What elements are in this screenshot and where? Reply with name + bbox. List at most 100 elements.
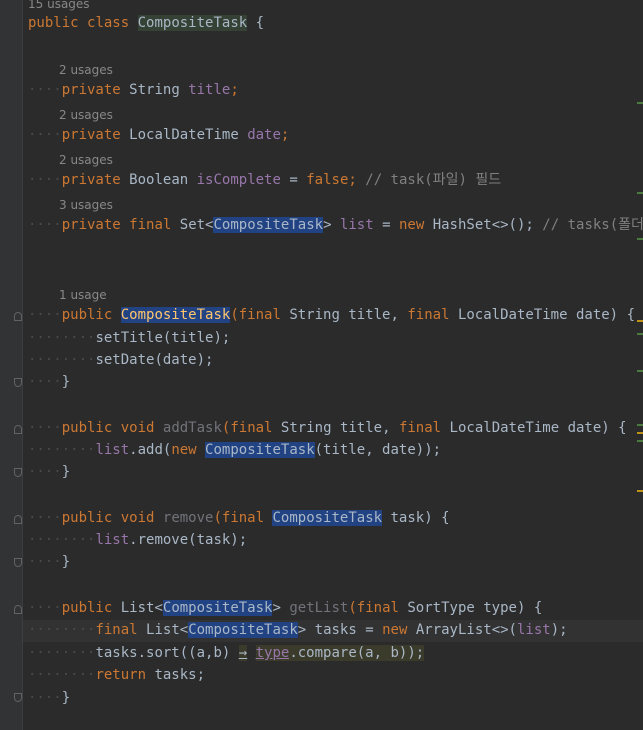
token: false (306, 172, 349, 188)
usage-hint[interactable]: 2 usages (59, 61, 113, 79)
code-line-return: ········return tasks; (28, 667, 206, 683)
token: void (120, 420, 155, 436)
token: type) (483, 600, 526, 616)
token: } (61, 690, 71, 706)
token: { (255, 15, 265, 31)
token: tasks (314, 622, 357, 638)
comment: // task(파일) 필드 (365, 172, 502, 188)
arrow-token: → (238, 645, 248, 661)
usage-hint[interactable]: 2 usages (59, 151, 113, 169)
fold-icon[interactable] (14, 693, 22, 702)
token: Set< (179, 217, 214, 233)
token: String (289, 307, 340, 323)
fold-icon[interactable] (14, 605, 22, 614)
token: final (407, 307, 450, 323)
editor-gutter (0, 0, 22, 730)
code-line-settitle: ········setTitle(title); (28, 330, 231, 346)
code-line-listadd: ········list.add(new CompositeTask(title… (28, 442, 442, 458)
token: public (61, 307, 113, 323)
token: title, (339, 420, 391, 436)
code-line-close: ····} (28, 690, 71, 706)
code-line-close: ····} (28, 374, 71, 390)
token: isComplete (196, 172, 281, 188)
token: (final (213, 510, 265, 526)
token: LocalDateTime (129, 127, 239, 143)
fold-icon[interactable] (14, 515, 22, 524)
token: date (247, 127, 281, 143)
comment: // tasks(폴더) 필 (542, 217, 643, 233)
token: (title, date)); (314, 442, 442, 458)
token: addTask (162, 420, 222, 436)
code-line-setdate: ········setDate(date); (28, 352, 214, 368)
token: ; (280, 127, 290, 143)
token: ); (550, 622, 568, 638)
token: { (441, 510, 450, 526)
token: CompositeTask (188, 622, 298, 638)
token: setTitle(title); (95, 330, 231, 346)
token: getList (289, 600, 349, 616)
code-line-sort: ········tasks.sort((a,b) → type.compare(… (28, 645, 425, 661)
token: String (280, 420, 332, 436)
fold-icon[interactable] (14, 378, 22, 387)
token: CompositeTask (162, 600, 273, 616)
token: date) (575, 307, 619, 323)
token: ; (230, 82, 239, 98)
fold-icon[interactable] (14, 558, 22, 567)
code-line-remove: ····public void remove(final CompositeTa… (28, 510, 450, 526)
token: final (398, 420, 442, 436)
token: setDate(date); (95, 352, 214, 368)
fold-icon[interactable] (14, 468, 22, 477)
token: CompositeTask (137, 15, 248, 31)
code-line-ctor: ····public CompositeTask(final String ti… (28, 307, 635, 323)
token: } (61, 554, 71, 570)
usage-hint[interactable]: 3 usages (59, 196, 113, 214)
token: tasks.sort((a,b) (95, 645, 231, 661)
token: } (61, 464, 71, 480)
fold-icon[interactable] (14, 312, 22, 321)
token: > (272, 600, 281, 616)
usage-hint[interactable]: 2 usages (59, 106, 113, 124)
token: ; (348, 172, 357, 188)
token: (final (230, 307, 281, 323)
token: list (517, 622, 551, 638)
token: ArrayList<>( (415, 622, 517, 638)
token: = (365, 622, 374, 638)
token: new (382, 622, 408, 638)
token: = (382, 217, 391, 233)
token: public (61, 510, 113, 526)
token: public (28, 15, 79, 31)
token: return (95, 667, 147, 683)
token: new (171, 442, 197, 458)
token: (final (348, 600, 399, 616)
token: public (61, 420, 113, 436)
fold-icon[interactable] (14, 425, 22, 434)
token: LocalDateTime (457, 307, 568, 323)
token: final (129, 217, 172, 233)
token: SortType (407, 600, 475, 616)
token: type (255, 645, 290, 661)
token: > (297, 622, 307, 638)
token: String (129, 82, 180, 98)
token: list (95, 532, 130, 548)
token: (final (221, 420, 273, 436)
code-line-close: ····} (28, 554, 71, 570)
token: List< (120, 600, 163, 616)
token: remove (162, 510, 214, 526)
code-editor[interactable]: 15 usages public class CompositeTask { 2… (23, 0, 643, 730)
token: { (533, 600, 543, 616)
code-line-list: ····private final Set<CompositeTask> lis… (28, 214, 643, 236)
token: { (618, 420, 627, 436)
token: private (61, 217, 121, 233)
code-line-listremove: ········list.remove(task); (28, 532, 248, 548)
token: { (626, 307, 635, 323)
token: LocalDateTime (449, 420, 560, 436)
usage-hint[interactable]: 1 usage (59, 286, 107, 304)
token: date) (567, 420, 610, 436)
token: title (188, 82, 231, 98)
token: > (323, 217, 332, 233)
token: public (61, 600, 113, 616)
token: } (61, 374, 71, 390)
code-line-complete: ····private Boolean isComplete = false; … (28, 172, 502, 188)
token: .remove(task); (129, 532, 248, 548)
token: CompositeTask (205, 442, 315, 458)
